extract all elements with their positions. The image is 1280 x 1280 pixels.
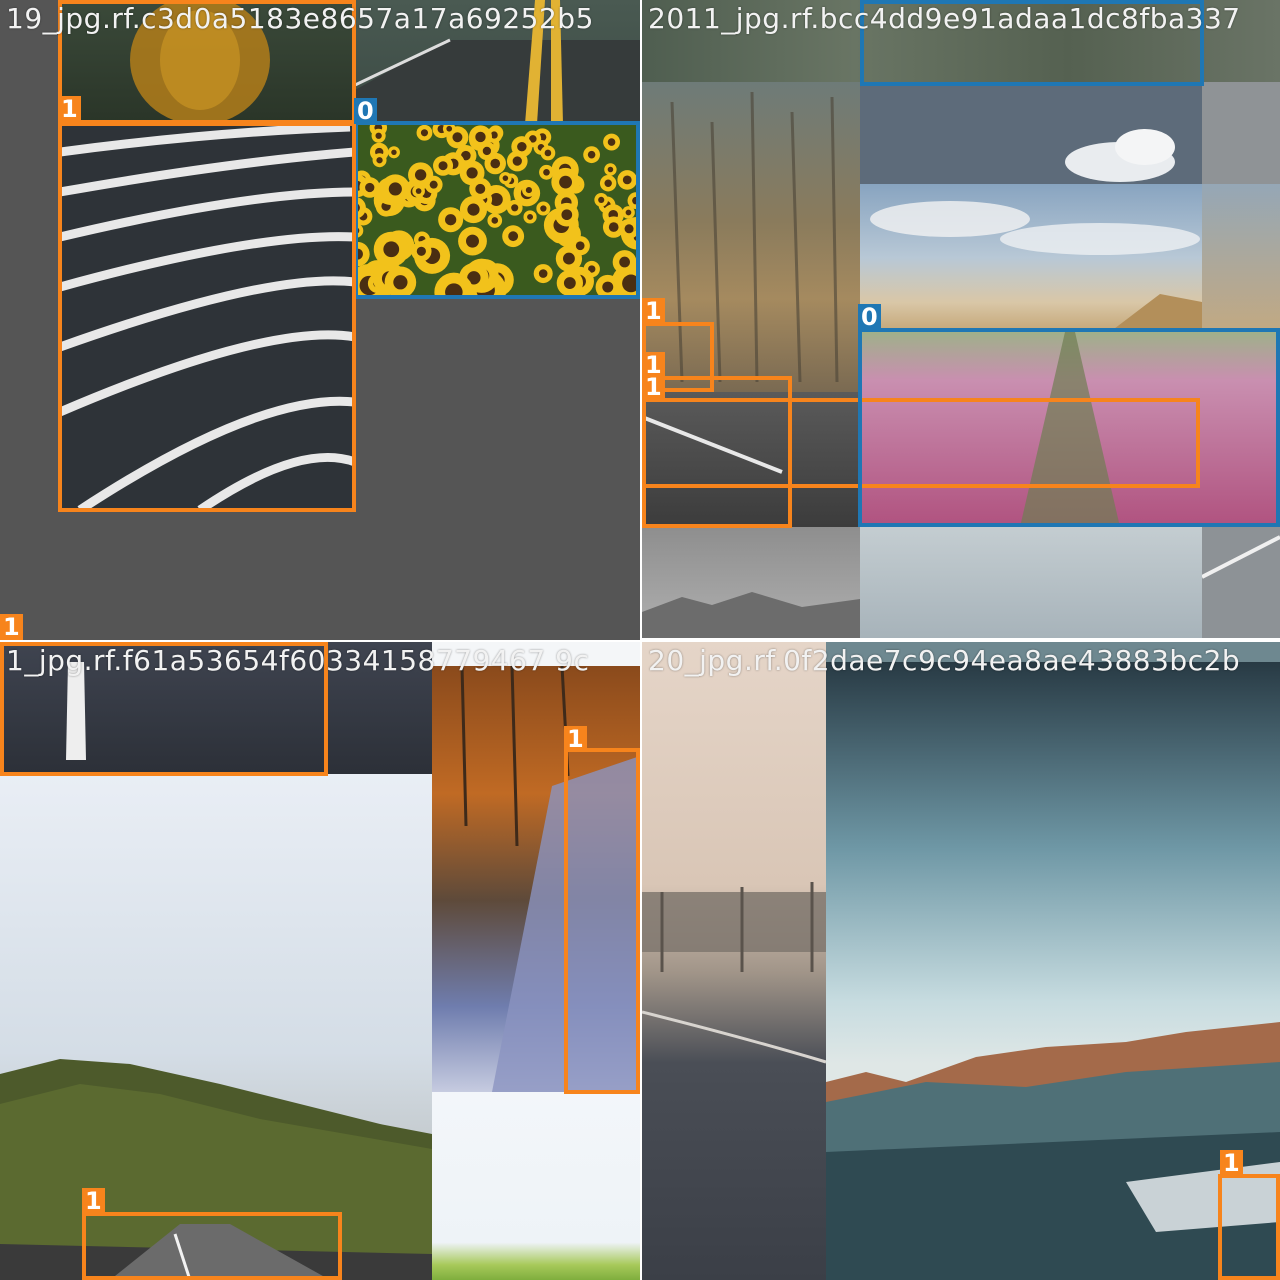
tile-filename: 19_jpg.rf.c3d0a5183e8657a17a69252b5 [6,2,594,35]
bbox-label: 1 [1220,1150,1243,1176]
bbox-label: 1 [58,96,81,122]
mosaic-tile-2: 2011_jpg.rf.bcc4dd9e91adaa1dc8fba337 1 1… [642,0,1280,638]
desert-sky-image [860,184,1202,332]
bbox-label: 1 [0,614,23,640]
pale-sky-grass-image [432,1092,640,1280]
grey-mountain-image [642,527,860,638]
mosaic-tile-1: 19_jpg.rf.c3d0a5183e8657a17a69252b5 1 0 … [0,0,640,640]
bbox-class-1 [1218,1174,1280,1280]
bbox-class-0 [354,121,640,299]
mosaic-tile-4: 20_jpg.rf.0f2dae7c9c94ea8ae43883bc2b 1 [642,642,1280,1280]
cloudy-sky-image [860,527,1202,638]
misty-mountain-road-image [0,774,432,1280]
bbox-class-1 [564,748,640,1094]
tile-filename: 1_jpg.rf.f61a53654f60334158779467 9c [6,644,590,677]
road-corner-image [1202,527,1280,638]
bbox-label: 1 [564,726,587,752]
sky-image [860,82,1202,184]
bbox-class-1 [82,1212,342,1280]
mosaic-tile-3: 1_jpg.rf.f61a53654f60334158779467 9c 1 1 [0,642,640,1280]
tile-filename: 2011_jpg.rf.bcc4dd9e91adaa1dc8fba337 [648,2,1241,35]
grey-strip-image [1202,82,1280,184]
bridge-road-image [642,642,826,1280]
tile-filename: 20_jpg.rf.0f2dae7c9c94ea8ae43883bc2b [648,644,1241,677]
bbox-label: 0 [354,98,377,124]
bbox-label: 1 [642,298,665,324]
bbox-label: 0 [858,304,881,330]
bbox-label: 1 [82,1188,105,1214]
bbox-label: 1 [642,374,665,400]
bbox-class-1 [58,122,356,512]
cloud-strip-image [1202,184,1280,332]
bbox-class-0 [858,328,1280,527]
mountain-coast-image [826,662,1280,1280]
